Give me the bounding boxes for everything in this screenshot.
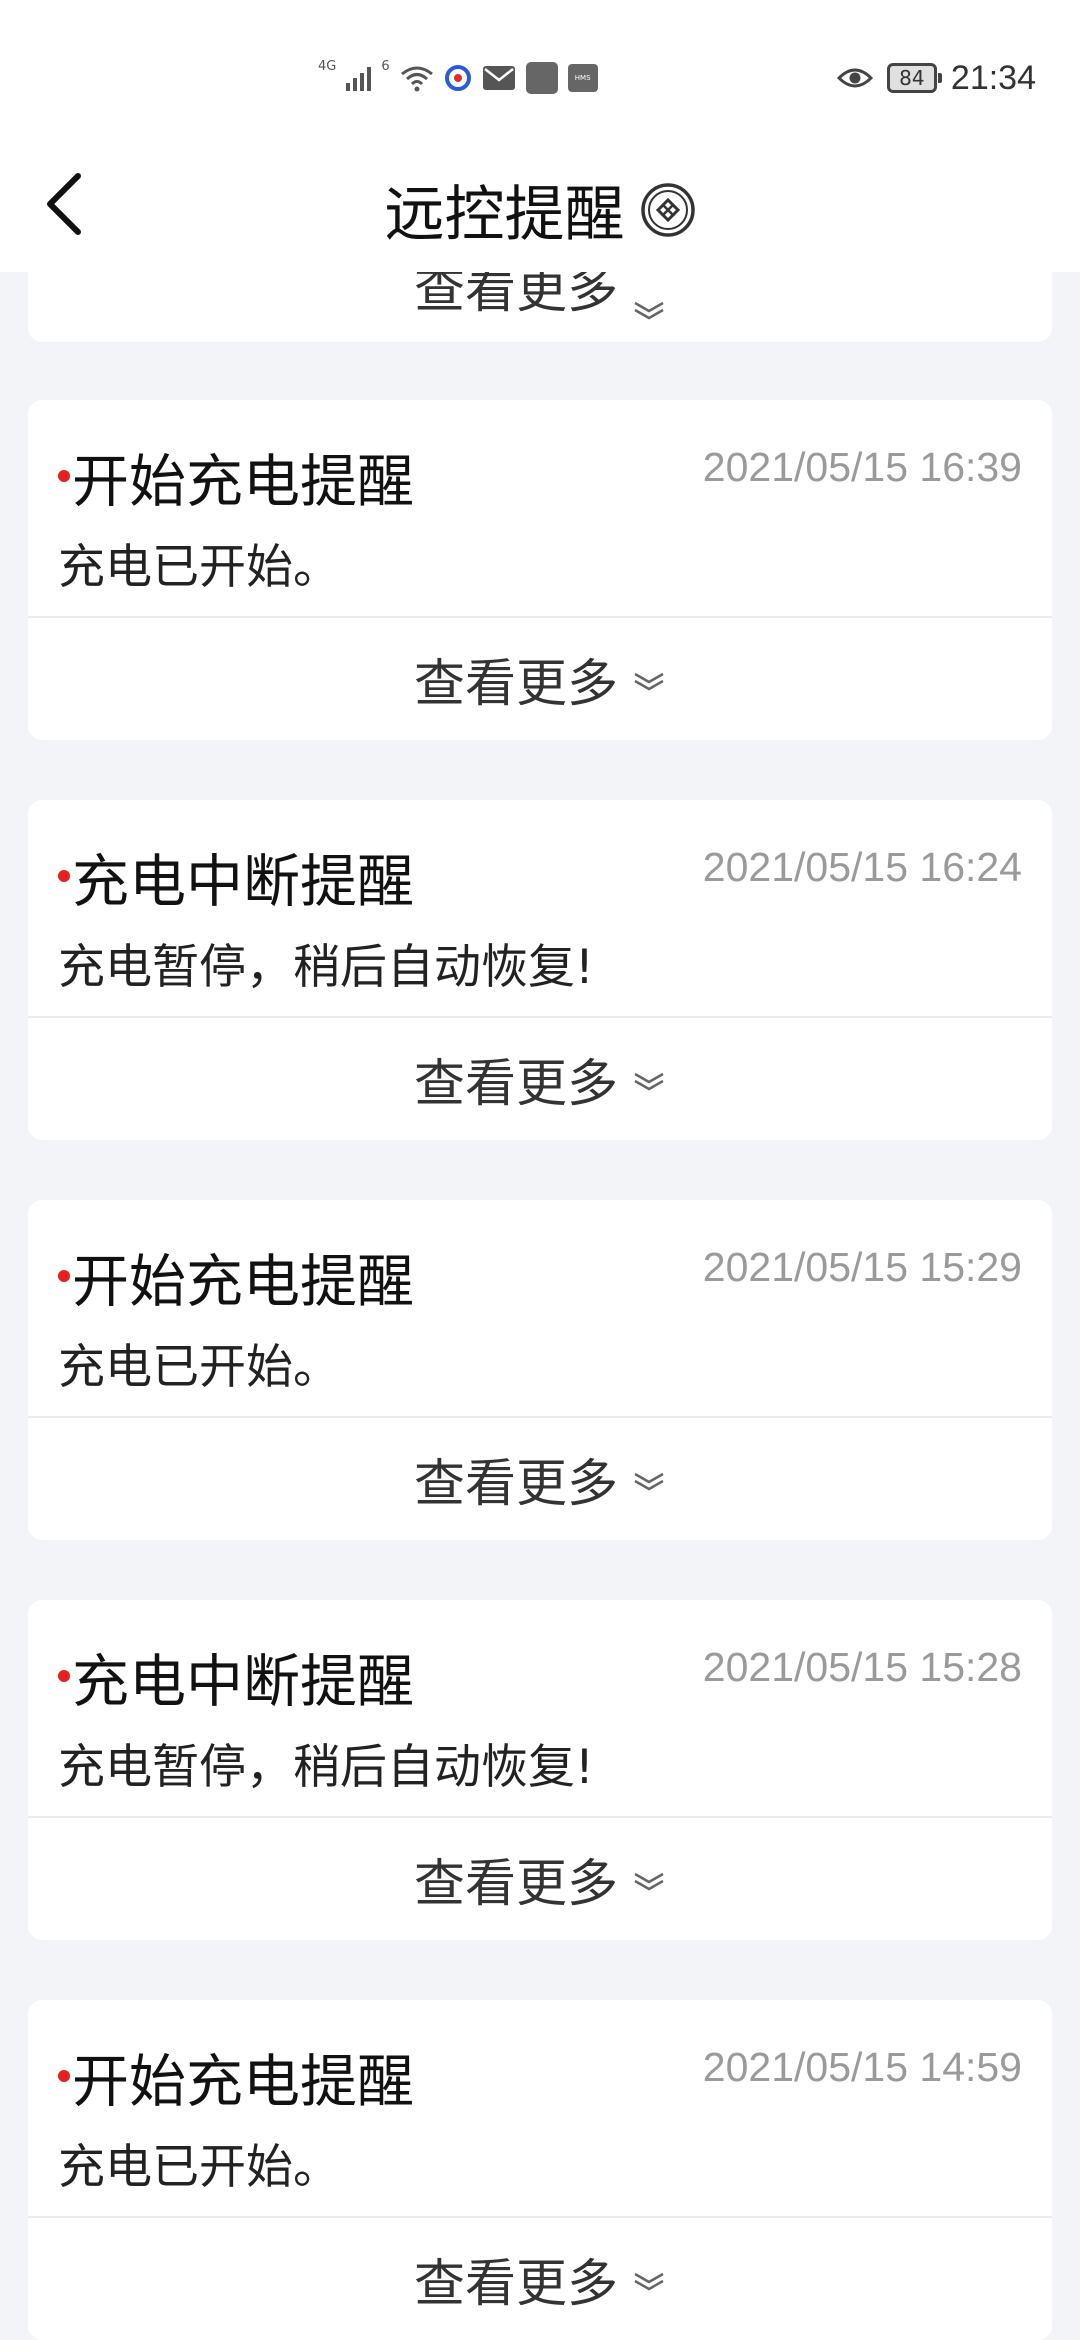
view-more-button[interactable]: 查看更多 [28, 2218, 1052, 2340]
card-time: 2021/05/15 15:29 [702, 1244, 1022, 1290]
battery-icon: 84 [886, 63, 942, 93]
card-title: 开始充电提醒 [72, 2049, 414, 2115]
card-body: 充电已开始。 [58, 540, 340, 595]
view-more-button[interactable]: 查看更多 [28, 618, 1052, 740]
page-title: 远控提醒 [384, 180, 625, 250]
card-time: 2021/05/15 14:59 [702, 2044, 1022, 2090]
status-bar: 4G 6 HMS 84 21:34 [0, 0, 1080, 150]
wifi-icon [400, 66, 433, 92]
card-title: 充电中断提醒 [72, 1649, 414, 1715]
view-more-label: 查看更多 [413, 1055, 618, 1114]
unread-dot [58, 870, 70, 882]
notification-card: 开始充电提醒 2021/05/15 16:39 充电已开始。 查看更多 [28, 400, 1052, 740]
card-body: 充电已开始。 [58, 2140, 340, 2195]
card-content[interactable]: 充电中断提醒 2021/05/15 15:28 充电暂停，稍后自动恢复! [28, 1600, 1052, 1818]
badge-icon [640, 182, 695, 237]
battery-level: 84 [899, 66, 925, 90]
app-icon [525, 62, 558, 94]
chevron-down-icon [634, 1872, 664, 1891]
card-content[interactable]: 开始充电提醒 2021/05/15 16:39 充电已开始。 [28, 400, 1052, 618]
wifi-type-label: 6 [381, 59, 390, 74]
app-notification-icon [444, 65, 471, 91]
card-time: 2021/05/15 16:24 [702, 844, 1022, 890]
card-body: 充电暂停，稍后自动恢复! [58, 940, 594, 995]
chevron-down-icon [634, 672, 664, 691]
card-content[interactable]: 开始充电提醒 2021/05/15 14:59 充电已开始。 [28, 2000, 1052, 2218]
app-header: 远控提醒 [0, 150, 1080, 272]
chevron-down-icon [634, 1472, 664, 1491]
view-more-button[interactable]: 查看更多 [28, 1018, 1052, 1140]
signal-icon [346, 65, 372, 91]
chevron-down-icon [634, 1072, 664, 1091]
card-title: 充电中断提醒 [72, 849, 414, 915]
card-title: 开始充电提醒 [72, 449, 414, 515]
card-body: 充电已开始。 [58, 1340, 340, 1395]
card-time: 2021/05/15 16:39 [702, 444, 1022, 490]
chevron-down-icon [634, 2272, 664, 2291]
notification-card: 充电中断提醒 2021/05/15 16:24 充电暂停，稍后自动恢复! 查看更… [28, 800, 1052, 1140]
status-icons: 4G 6 HMS [318, 60, 598, 96]
unread-dot [58, 2070, 70, 2082]
view-more-label: 查看更多 [413, 1855, 618, 1914]
notification-card: 充电中断提醒 2021/05/15 15:28 充电暂停，稍后自动恢复! 查看更… [28, 1600, 1052, 1940]
card-content[interactable]: 充电中断提醒 2021/05/15 16:24 充电暂停，稍后自动恢复! [28, 800, 1052, 1018]
notification-card: 开始充电提醒 2021/05/15 14:59 充电已开始。 查看更多 [28, 2000, 1052, 2340]
card-title: 开始充电提醒 [72, 1249, 414, 1315]
unread-dot [58, 1270, 70, 1282]
view-more-button[interactable]: 查看更多 [28, 1818, 1052, 1940]
hms-icon: HMS [567, 64, 598, 92]
network-type-label: 4G [318, 59, 337, 74]
card-body: 充电暂停，稍后自动恢复! [58, 1740, 594, 1795]
unread-dot [58, 470, 70, 482]
mail-icon [482, 66, 515, 90]
card-content[interactable]: 开始充电提醒 2021/05/15 15:29 充电已开始。 [28, 1200, 1052, 1418]
page-title-group: 远控提醒 [0, 166, 1080, 253]
status-time: 21:34 [950, 58, 1036, 97]
view-more-label: 查看更多 [413, 2255, 618, 2314]
status-right: 84 21:34 [836, 56, 1036, 100]
view-more-label: 查看更多 [413, 655, 618, 714]
card-time: 2021/05/15 15:28 [702, 1644, 1022, 1690]
unread-dot [58, 1670, 70, 1682]
view-more-button[interactable]: 查看更多 [28, 1418, 1052, 1540]
chevron-down-icon [634, 301, 664, 320]
eye-icon [836, 68, 873, 88]
notification-card: 开始充电提醒 2021/05/15 15:29 充电已开始。 查看更多 [28, 1200, 1052, 1540]
view-more-label: 查看更多 [413, 1455, 618, 1514]
